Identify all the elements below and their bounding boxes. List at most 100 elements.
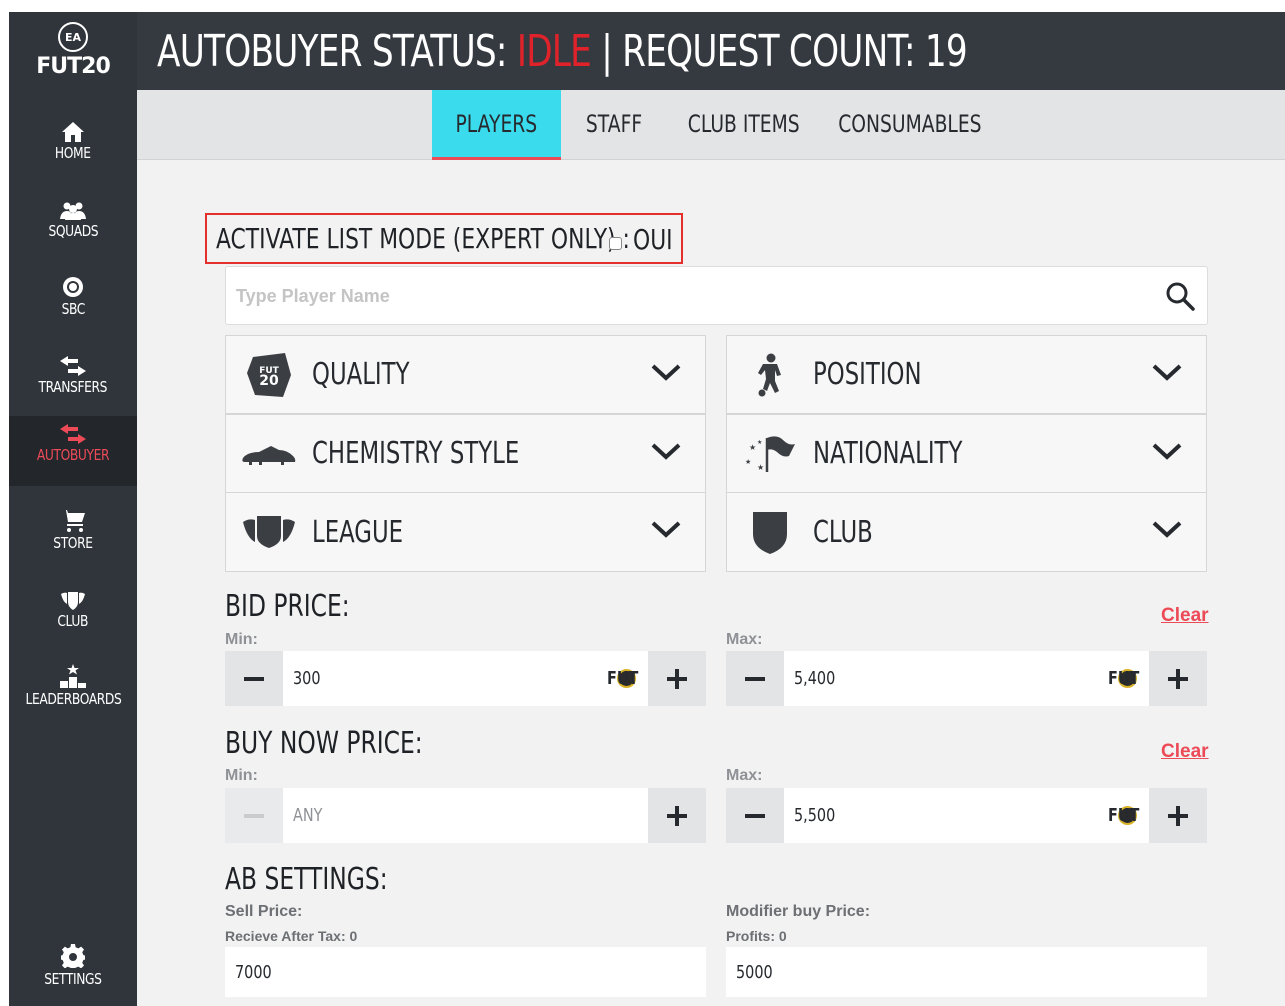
sidebar-item-club[interactable]: CLUB bbox=[9, 582, 137, 652]
ab-settings-title: AB SETTINGS: bbox=[225, 862, 388, 897]
chevron-down-icon bbox=[651, 364, 681, 381]
chemistry-style-dropdown[interactable]: CHEMISTRY STYLE bbox=[225, 414, 706, 493]
quality-dropdown[interactable]: FUT 20 QUALITY bbox=[225, 335, 706, 414]
sidebar-item-settings[interactable]: SETTINGS bbox=[9, 940, 137, 1006]
minus-icon bbox=[745, 813, 765, 818]
bid-max-input[interactable]: 5,400 FUT bbox=[784, 651, 1149, 706]
chevron-down-icon bbox=[651, 521, 681, 538]
gear-icon bbox=[61, 944, 85, 968]
svg-text:★: ★ bbox=[745, 458, 751, 466]
autobuyer-status: AUTOBUYER STATUS: IDLE | REQUEST COUNT: … bbox=[157, 26, 968, 77]
bid-min-increment-button[interactable] bbox=[648, 651, 706, 706]
buy-now-min-decrement-button[interactable] bbox=[225, 788, 283, 843]
autobuyer-icon bbox=[60, 424, 86, 444]
sidebar-item-autobuyer[interactable]: AUTOBUYER bbox=[9, 416, 137, 486]
player-name-input[interactable] bbox=[236, 281, 1136, 311]
list-mode-label: ACTIVATE LIST MODE (EXPERT ONLY) : bbox=[216, 222, 630, 255]
modifier-buy-price-input[interactable]: 5000 bbox=[726, 947, 1207, 997]
tab-club-items[interactable]: CLUB ITEMS bbox=[681, 90, 806, 158]
league-icon bbox=[243, 516, 295, 548]
club-dropdown[interactable]: CLUB bbox=[726, 492, 1207, 572]
buy-now-clear-link[interactable]: Clear bbox=[1161, 741, 1209, 763]
plus-icon bbox=[667, 805, 687, 826]
list-mode-toggle: ACTIVATE LIST MODE (EXPERT ONLY) : OUI bbox=[205, 213, 683, 264]
leaderboards-icon bbox=[60, 664, 86, 688]
bid-min-stepper: 300 FUT bbox=[225, 651, 706, 706]
sidebar-item-label: LEADERBOARDS bbox=[25, 690, 121, 708]
player-position-icon bbox=[758, 353, 781, 396]
category-tabs: PLAYERS STAFF CLUB ITEMS CONSUMABLES bbox=[137, 90, 1285, 160]
modifier-buy-price-label: Modifier buy Price: bbox=[726, 903, 871, 920]
bid-min-input[interactable]: 300 FUT bbox=[283, 651, 648, 706]
tab-consumables[interactable]: CONSUMABLES bbox=[835, 90, 985, 158]
ea-sports-logo: EA bbox=[58, 22, 88, 52]
plus-icon bbox=[1168, 805, 1188, 826]
list-mode-option: OUI bbox=[633, 223, 673, 256]
chevron-down-icon bbox=[1152, 443, 1182, 460]
fut20-quality-icon: FUT20 bbox=[247, 352, 291, 397]
bid-max-decrement-button[interactable] bbox=[726, 651, 784, 706]
sidebar-item-leaderboards[interactable]: LEADERBOARDS bbox=[9, 660, 137, 730]
plus-icon bbox=[667, 668, 687, 689]
quality-label: QUALITY bbox=[312, 357, 410, 392]
plus-icon bbox=[1168, 668, 1188, 689]
buy-now-max-label: Max: bbox=[726, 767, 763, 784]
minus-icon bbox=[244, 676, 264, 681]
sidebar-item-sbc[interactable]: SBC bbox=[9, 270, 137, 340]
bid-price-clear-link[interactable]: Clear bbox=[1161, 605, 1209, 627]
sidebar-item-label: SQUADS bbox=[48, 222, 98, 240]
club-icon bbox=[61, 592, 85, 610]
svg-text:★: ★ bbox=[749, 443, 756, 452]
chemistry-style-label: CHEMISTRY STYLE bbox=[312, 436, 520, 471]
sell-price-input[interactable]: 7000 bbox=[225, 947, 706, 997]
sell-price-label: Sell Price: bbox=[225, 903, 303, 920]
sidebar-item-home[interactable]: HOME bbox=[9, 114, 137, 184]
sidebar-item-label: SETTINGS bbox=[44, 970, 102, 988]
bid-max-stepper: 5,400 FUT bbox=[726, 651, 1207, 706]
brand-logo[interactable]: EA FUT20 bbox=[9, 22, 137, 79]
nationality-dropdown[interactable]: ★ ★ ★ ★ NATIONALITY bbox=[726, 414, 1207, 493]
squads-icon bbox=[60, 202, 86, 220]
player-search bbox=[225, 266, 1208, 325]
position-dropdown[interactable]: POSITION bbox=[726, 335, 1207, 414]
tab-players[interactable]: PLAYERS bbox=[432, 90, 561, 160]
bid-max-label: Max: bbox=[726, 631, 763, 648]
sidebar-item-squads[interactable]: SQUADS bbox=[9, 192, 137, 262]
sidebar-item-label: SBC bbox=[61, 300, 85, 318]
sidebar-item-label: TRANSFERS bbox=[38, 378, 108, 396]
search-icon[interactable] bbox=[1165, 281, 1195, 311]
coin-icon: FUT bbox=[1107, 805, 1140, 826]
sidebar-item-label: CLUB bbox=[57, 612, 89, 630]
coin-icon: FUT bbox=[606, 668, 639, 689]
position-label: POSITION bbox=[813, 357, 922, 392]
league-dropdown[interactable]: LEAGUE bbox=[225, 492, 706, 572]
buy-now-max-input[interactable]: 5,500 FUT bbox=[784, 788, 1149, 843]
sidebar-item-label: AUTOBUYER bbox=[36, 446, 110, 464]
sell-price-tax-note: Recieve After Tax: 0 bbox=[225, 928, 358, 944]
buy-now-min-increment-button[interactable] bbox=[648, 788, 706, 843]
sidebar-item-transfers[interactable]: TRANSFERS bbox=[9, 348, 137, 418]
coin-icon: FUT bbox=[1107, 668, 1140, 689]
svg-text:★: ★ bbox=[757, 463, 764, 472]
tab-staff[interactable]: STAFF bbox=[572, 90, 657, 158]
bid-max-increment-button[interactable] bbox=[1149, 651, 1207, 706]
bid-min-decrement-button[interactable] bbox=[225, 651, 283, 706]
list-mode-checkbox[interactable] bbox=[609, 237, 622, 250]
club-label: CLUB bbox=[813, 514, 873, 550]
profits-note: Profits: 0 bbox=[726, 928, 787, 944]
chevron-down-icon bbox=[1152, 364, 1182, 381]
bid-price-title: BID PRICE: bbox=[225, 589, 350, 624]
cart-icon bbox=[61, 510, 85, 532]
home-icon bbox=[62, 122, 84, 142]
buy-now-max-decrement-button[interactable] bbox=[726, 788, 784, 843]
buy-now-max-increment-button[interactable] bbox=[1149, 788, 1207, 843]
transfers-icon bbox=[60, 356, 86, 376]
svg-text:20: 20 bbox=[259, 373, 279, 389]
league-label: LEAGUE bbox=[312, 514, 404, 550]
boot-icon bbox=[242, 445, 296, 465]
buy-now-price-title: BUY NOW PRICE: bbox=[225, 726, 423, 761]
sidebar-item-store[interactable]: STORE bbox=[9, 504, 137, 574]
buy-now-min-label: Min: bbox=[225, 767, 258, 784]
buy-now-min-input[interactable]: ANY bbox=[283, 788, 648, 843]
minus-icon bbox=[244, 813, 264, 818]
